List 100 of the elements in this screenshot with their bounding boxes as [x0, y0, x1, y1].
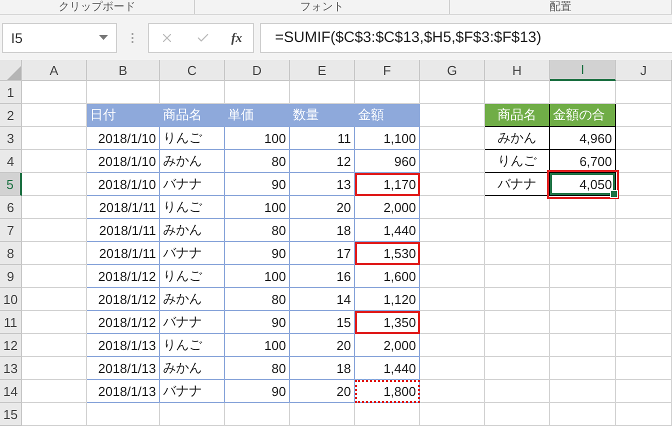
row-header[interactable]: 14	[0, 380, 22, 403]
caret-icon	[99, 35, 108, 40]
table-cell[interactable]: りんご	[160, 196, 225, 219]
table-cell[interactable]: りんご	[160, 127, 225, 150]
ribbon-group-label: 配置	[549, 1, 572, 14]
dots-icon	[131, 32, 134, 44]
row-header[interactable]: 4	[0, 150, 22, 173]
table-cell[interactable]: 18	[290, 357, 355, 380]
table-cell[interactable]: 17	[290, 242, 355, 265]
row-header[interactable]: 8	[0, 242, 22, 265]
table-cell[interactable]: 960	[355, 150, 420, 173]
table-cell[interactable]: 1,350	[355, 311, 420, 334]
column-header[interactable]: G	[420, 60, 485, 81]
table-cell[interactable]: 2018/1/12	[87, 265, 160, 288]
table-cell[interactable]: 1,600	[355, 265, 420, 288]
table-cell[interactable]: 80	[225, 219, 290, 242]
ribbon-group-label: クリップボード	[58, 1, 136, 14]
column-header[interactable]: E	[290, 60, 355, 81]
table-cell[interactable]: 2,000	[355, 334, 420, 357]
table-cell[interactable]: 20	[290, 380, 355, 403]
table-cell[interactable]: 2018/1/10	[87, 173, 160, 196]
table-cell[interactable]: 2018/1/11	[87, 242, 160, 265]
table-cell[interactable]: 2018/1/12	[87, 288, 160, 311]
table-cell[interactable]: 90	[225, 380, 290, 403]
table-cell[interactable]: 11	[290, 127, 355, 150]
table-cell[interactable]: 1,440	[355, 219, 420, 242]
table-cell[interactable]: 80	[225, 150, 290, 173]
column-header[interactable]: F	[355, 60, 420, 81]
row-header[interactable]: 9	[0, 265, 22, 288]
row-header[interactable]: 5	[0, 173, 22, 196]
table-cell[interactable]: みかん	[485, 127, 550, 150]
table-cell[interactable]: 2018/1/11	[87, 219, 160, 242]
column-header[interactable]: I	[550, 60, 616, 81]
table-cell[interactable]: りんご	[160, 334, 225, 357]
table-cell[interactable]: 2018/1/11	[87, 196, 160, 219]
table-cell[interactable]: 1,530	[355, 242, 420, 265]
table-cell[interactable]: 100	[225, 265, 290, 288]
row-header[interactable]: 2	[0, 104, 22, 127]
table-cell[interactable]: 80	[225, 288, 290, 311]
table-cell[interactable]: 12	[290, 150, 355, 173]
table-cell[interactable]: 16	[290, 265, 355, 288]
formula-field[interactable]: =SUMIF($C$3:$C$13,$H5,$F$3:$F$13)	[260, 22, 672, 52]
table-cell[interactable]: 100	[225, 127, 290, 150]
row-header[interactable]: 12	[0, 334, 22, 357]
row-header[interactable]: 7	[0, 219, 22, 242]
table-cell[interactable]: 2018/1/12	[87, 311, 160, 334]
column-header[interactable]: A	[22, 60, 87, 81]
table-cell[interactable]: 2,000	[355, 196, 420, 219]
column-header[interactable]: J	[616, 60, 672, 81]
table-cell[interactable]: 2018/1/13	[87, 334, 160, 357]
table-cell[interactable]: 1,440	[355, 357, 420, 380]
table-cell[interactable]: 20	[290, 196, 355, 219]
table-cell[interactable]: 80	[225, 357, 290, 380]
table-cell[interactable]: 1,120	[355, 288, 420, 311]
table-cell[interactable]: バナナ	[160, 173, 225, 196]
table-cell[interactable]: 1,100	[355, 127, 420, 150]
row-header[interactable]: 1	[0, 81, 22, 104]
table-cell[interactable]: 90	[225, 173, 290, 196]
table-cell[interactable]: 20	[290, 334, 355, 357]
ribbon-group-label: フォント	[300, 1, 344, 14]
row-header[interactable]: 10	[0, 288, 22, 311]
table-cell[interactable]: 15	[290, 311, 355, 334]
fill-handle[interactable]	[610, 190, 618, 198]
row-header[interactable]: 6	[0, 196, 22, 219]
table-cell[interactable]: バナナ	[485, 173, 550, 196]
table-cell[interactable]: 14	[290, 288, 355, 311]
table-cell[interactable]: 1,170	[355, 173, 420, 196]
selected-cell[interactable]: 4,050	[550, 173, 616, 196]
table-cell[interactable]: 2018/1/10	[87, 150, 160, 173]
table-cell[interactable]: バナナ	[160, 380, 225, 403]
row-header[interactable]: 13	[0, 357, 22, 380]
table-cell[interactable]: 1,800	[355, 380, 420, 403]
table-cell[interactable]: みかん	[160, 288, 225, 311]
table-cell[interactable]: みかん	[160, 150, 225, 173]
table-cell[interactable]: 4,960	[550, 127, 616, 150]
table-cell[interactable]: 6,700	[550, 150, 616, 173]
column-header[interactable]: B	[87, 60, 160, 81]
table-cell[interactable]: 100	[225, 196, 290, 219]
table-cell[interactable]: 18	[290, 219, 355, 242]
row-header[interactable]: 3	[0, 127, 22, 150]
table-cell[interactable]: 2018/1/13	[87, 380, 160, 403]
column-header[interactable]: C	[160, 60, 225, 81]
table-cell[interactable]: 2018/1/10	[87, 127, 160, 150]
table-cell[interactable]: 2018/1/13	[87, 357, 160, 380]
row-header[interactable]: 15	[0, 403, 22, 426]
table-cell[interactable]: みかん	[160, 219, 225, 242]
name-box[interactable]: I5	[2, 22, 117, 52]
column-header[interactable]: D	[225, 60, 290, 81]
column-header[interactable]: H	[485, 60, 550, 81]
insert-function-button[interactable]: fx	[231, 30, 242, 46]
table-cell[interactable]: りんご	[160, 265, 225, 288]
table-cell[interactable]: バナナ	[160, 311, 225, 334]
row-header[interactable]: 11	[0, 311, 22, 334]
table-cell[interactable]: 90	[225, 311, 290, 334]
table-cell[interactable]: 100	[225, 334, 290, 357]
table-cell[interactable]: りんご	[485, 150, 550, 173]
table-cell[interactable]: 90	[225, 242, 290, 265]
table-cell[interactable]: みかん	[160, 357, 225, 380]
table-cell[interactable]: バナナ	[160, 242, 225, 265]
table-cell[interactable]: 13	[290, 173, 355, 196]
